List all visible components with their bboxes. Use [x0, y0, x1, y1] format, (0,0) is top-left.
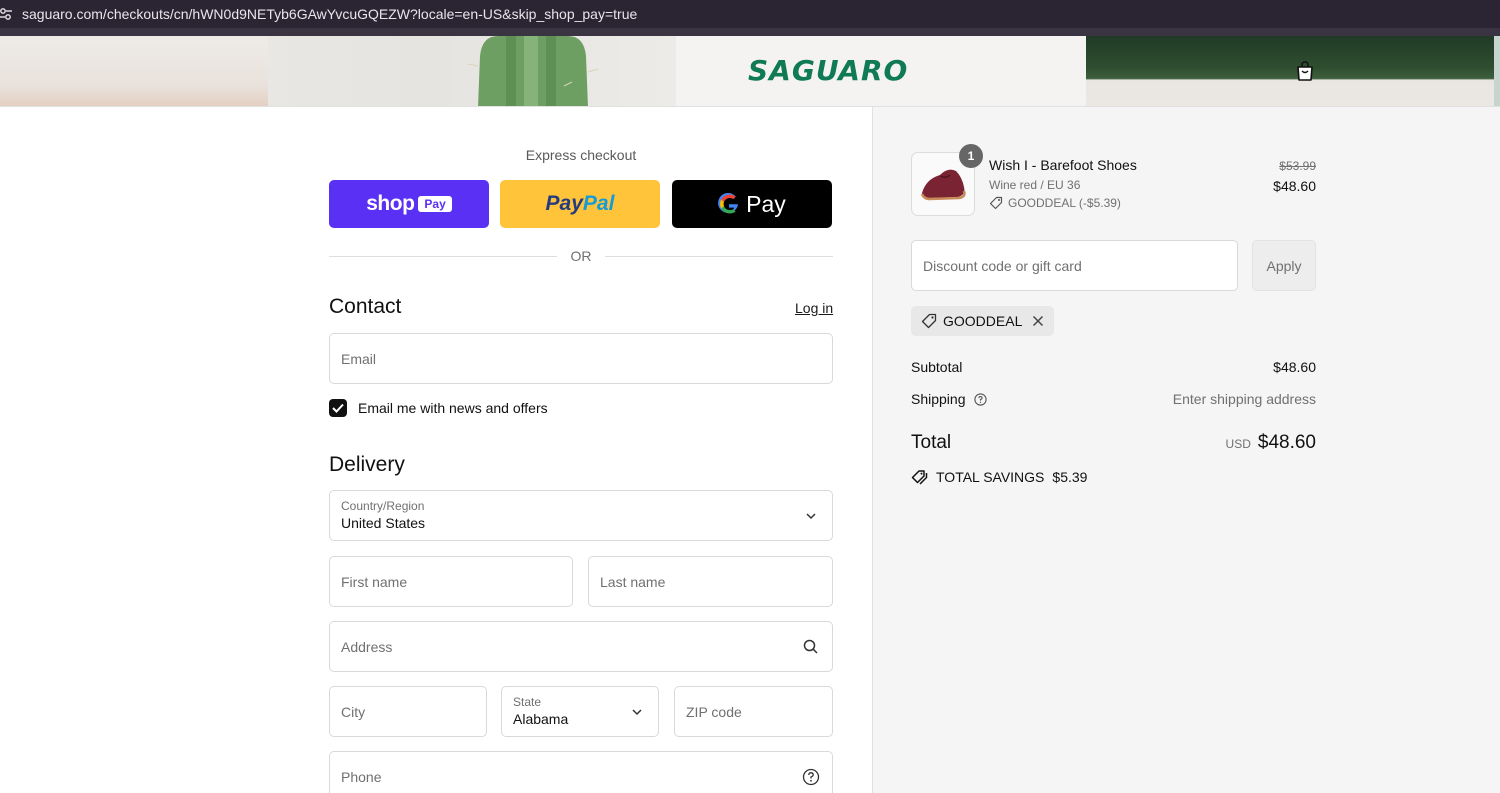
help-icon[interactable]	[974, 393, 988, 406]
google-pay-button[interactable]: Pay	[672, 180, 832, 228]
express-checkout-title: Express checkout	[525, 147, 637, 163]
product-discount: GOODDEAL (-$5.39)	[989, 196, 1121, 210]
discount-code-input[interactable]: Discount code or gift card	[911, 240, 1238, 291]
newsletter-label: Email me with news and offers	[358, 400, 548, 416]
chevron-down-icon	[802, 507, 820, 525]
total-amount: USD $48.60	[1226, 432, 1316, 454]
applied-discount-code: GOODDEAL	[943, 313, 1023, 329]
total-row: Total USD $48.60	[911, 432, 1316, 454]
shipping-value: Enter shipping address	[1172, 391, 1316, 407]
product-discount-label: GOODDEAL (-$5.39)	[1008, 196, 1121, 210]
apply-button[interactable]: Apply	[1252, 240, 1316, 291]
country-value: United States	[341, 515, 426, 531]
contact-heading: Contact	[329, 295, 402, 318]
tags-icon	[911, 470, 928, 485]
shipping-row: Shipping Enter shipping address	[911, 391, 1316, 407]
help-icon[interactable]	[802, 768, 820, 786]
subtotal-row: Subtotal $48.60	[911, 359, 1316, 375]
saguaro-logo[interactable]: SAGUARO	[748, 54, 908, 87]
quantity-badge: 1	[959, 144, 983, 168]
google-g-icon	[718, 193, 739, 214]
city-field[interactable]: City	[329, 686, 487, 737]
header-banner: SAGUARO	[0, 36, 1500, 107]
last-name-placeholder: Last name	[600, 574, 666, 590]
zip-code-placeholder: ZIP code	[686, 704, 742, 720]
address-placeholder: Address	[341, 639, 393, 655]
first-name-placeholder: First name	[341, 574, 408, 590]
banner-panel-cactus	[268, 36, 676, 106]
google-pay-wordmark: Pay	[746, 190, 786, 217]
total-label: Total	[911, 432, 952, 453]
subtotal-value: $48.60	[1273, 359, 1316, 375]
subtotal-label: Subtotal	[911, 359, 963, 375]
product-variant: Wine red / EU 36	[989, 178, 1081, 192]
city-placeholder: City	[341, 704, 366, 720]
paypal-wordmark: PayPal	[545, 192, 615, 215]
state-label: State	[513, 695, 542, 709]
phone-placeholder: Phone	[341, 769, 382, 785]
chevron-down-icon	[628, 703, 646, 721]
site-settings-icon[interactable]	[0, 7, 12, 21]
newsletter-option[interactable]: Email me with news and offers	[329, 399, 548, 417]
total-savings: TOTAL SAVINGS $5.39	[911, 469, 1087, 485]
banner-panel	[1494, 36, 1500, 106]
tag-icon	[989, 196, 1003, 210]
checkmark-icon	[332, 403, 344, 413]
banner-panel	[0, 36, 268, 106]
total-value: $48.60	[1257, 432, 1316, 453]
email-placeholder: Email	[341, 351, 377, 367]
delivery-heading: Delivery	[329, 453, 405, 476]
state-value: Alabama	[513, 711, 569, 727]
original-price: $53.99	[1279, 159, 1316, 173]
country-select[interactable]: Country/Region United States	[329, 490, 833, 541]
first-name-field[interactable]: First name	[329, 556, 573, 607]
banner-panel-forest	[1086, 36, 1494, 106]
email-field[interactable]: Email	[329, 333, 833, 384]
newsletter-checkbox[interactable]	[329, 399, 347, 417]
log-in-link[interactable]: Log in	[795, 300, 833, 316]
or-separator: OR	[329, 248, 833, 264]
discounted-price: $48.60	[1273, 178, 1316, 194]
country-label: Country/Region	[341, 499, 425, 513]
tag-icon	[921, 313, 937, 329]
shipping-label: Shipping	[911, 391, 966, 407]
shop-pay-button[interactable]: shop Pay	[329, 180, 489, 228]
search-icon	[802, 638, 820, 656]
or-label: OR	[570, 248, 592, 264]
total-currency: USD	[1225, 437, 1251, 451]
zip-code-field[interactable]: ZIP code	[674, 686, 833, 737]
shopping-bag-icon[interactable]	[1294, 60, 1316, 82]
paypal-button[interactable]: PayPal	[500, 180, 660, 228]
browser-url-bar[interactable]: saguaro.com/checkouts/cn/hWN0d9NETyb6GAw…	[0, 0, 1500, 28]
close-icon[interactable]	[1032, 315, 1044, 327]
savings-label: TOTAL SAVINGS	[936, 469, 1045, 485]
cactus-image	[467, 36, 599, 106]
shop-pay-wordmark: shop	[366, 192, 415, 215]
applied-discount-chip: GOODDEAL	[911, 306, 1055, 336]
discount-code-placeholder: Discount code or gift card	[923, 258, 1082, 274]
address-field[interactable]: Address	[329, 621, 833, 672]
phone-field[interactable]: Phone	[329, 751, 833, 793]
toolbar-divider	[0, 28, 1500, 36]
shipping-label-group: Shipping	[911, 391, 988, 407]
product-name: Wish I - Barefoot Shoes	[989, 157, 1137, 173]
shop-pay-badge: Pay	[418, 196, 452, 212]
last-name-field[interactable]: Last name	[588, 556, 833, 607]
savings-value: $5.39	[1052, 469, 1088, 485]
state-select[interactable]: State Alabama	[501, 686, 659, 737]
url-text[interactable]: saguaro.com/checkouts/cn/hWN0d9NETyb6GAw…	[22, 6, 637, 22]
